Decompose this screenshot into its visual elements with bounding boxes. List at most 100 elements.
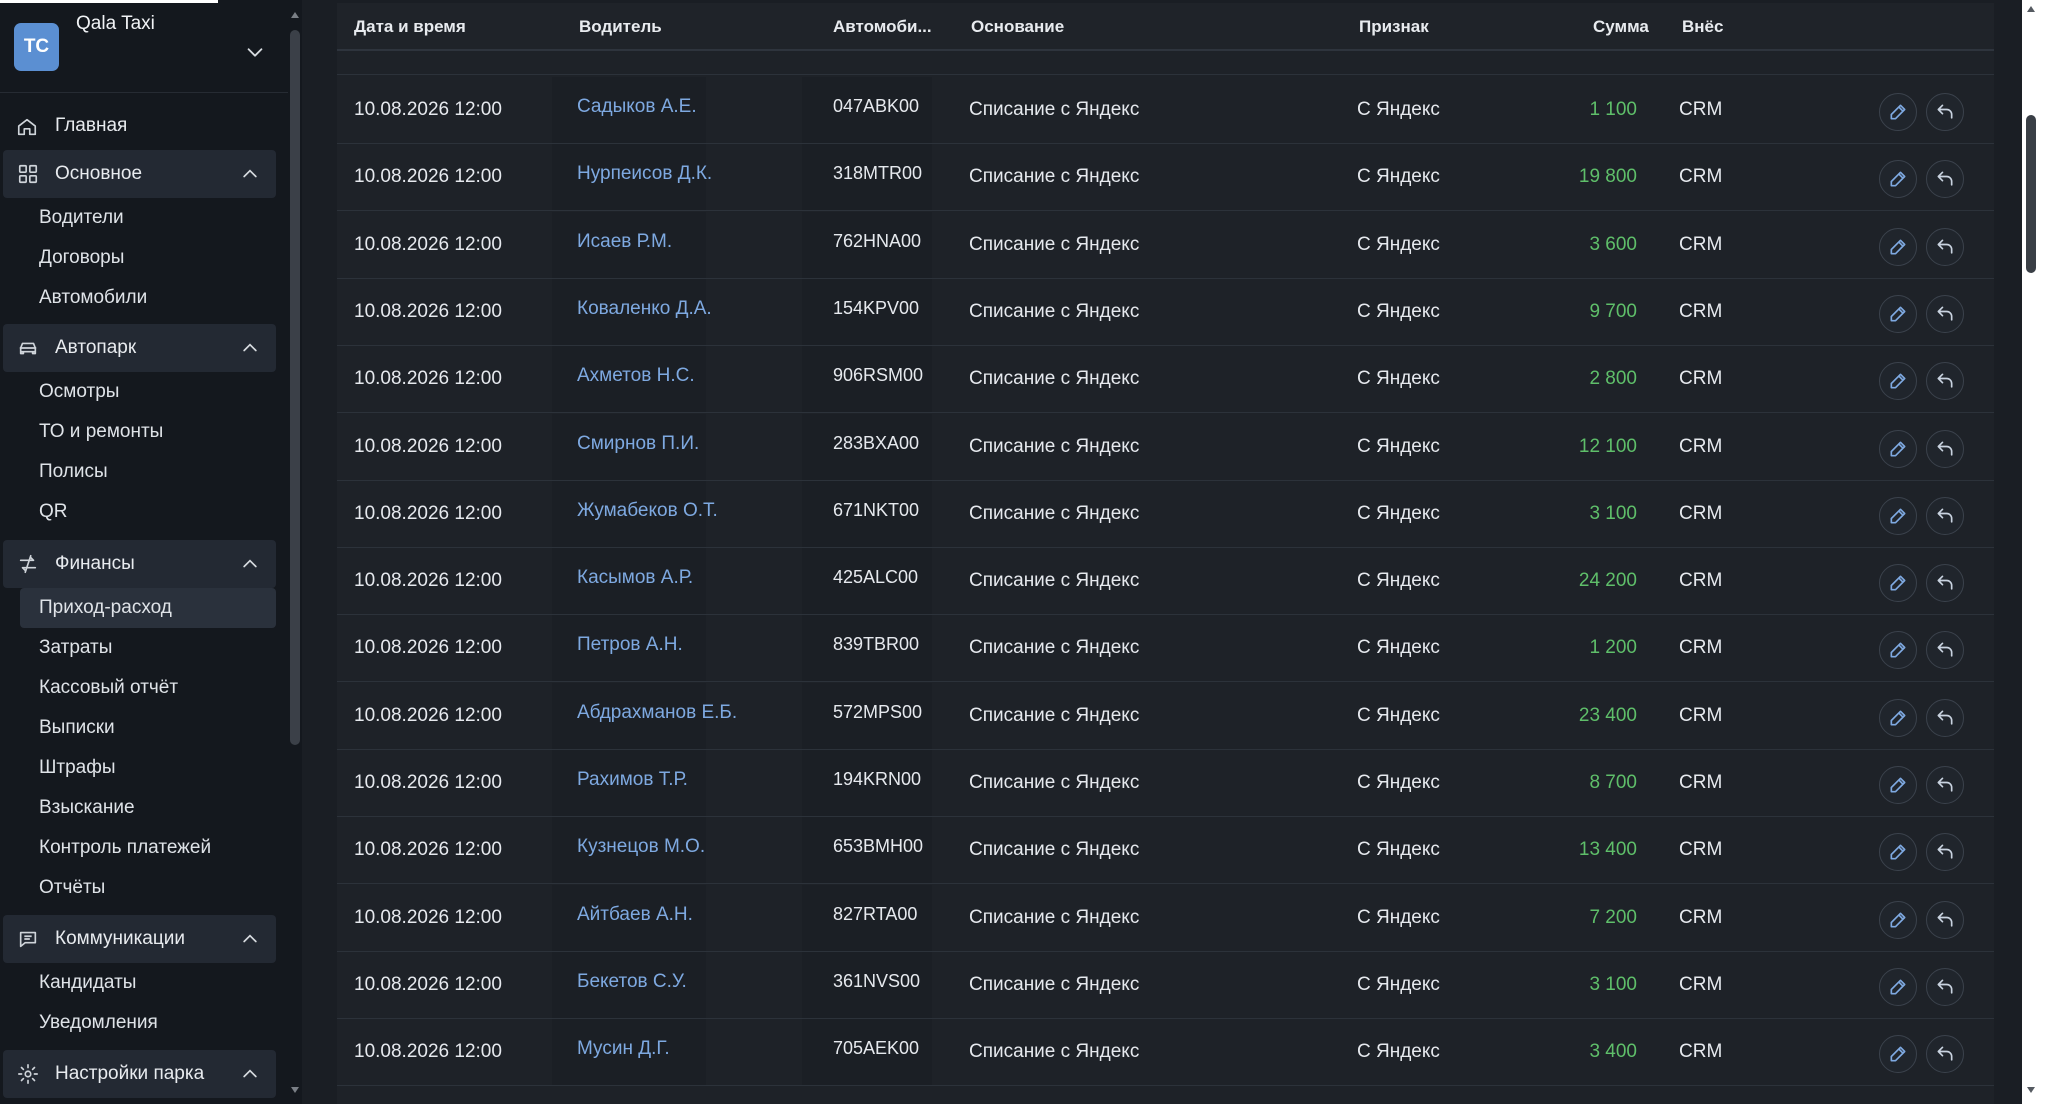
scroll-down-arrow-icon[interactable]: [2026, 1085, 2036, 1095]
driver-link[interactable]: Ахметов Н.С.: [577, 365, 695, 387]
undo-button[interactable]: [1926, 833, 1964, 871]
cell-amount: 24 200: [1578, 570, 1637, 591]
edit-button[interactable]: [1879, 564, 1917, 602]
edit-button[interactable]: [1879, 160, 1917, 198]
col-sign[interactable]: Признак: [1359, 17, 1429, 37]
table-row: 10.08.2026 12:00 Петров А.Н. 839TBR00 Списа…: [337, 615, 1994, 682]
driver-link[interactable]: Кузнецов М.О.: [577, 836, 705, 858]
cell-by: CRM: [1679, 705, 1723, 726]
edit-button[interactable]: [1879, 362, 1917, 400]
driver-link[interactable]: Абдрахманов Е.Б.: [577, 702, 737, 724]
sidebar-scrollbar-thumb[interactable]: [290, 30, 300, 745]
sidebar-item-income-expense[interactable]: Приход-расход: [39, 597, 172, 619]
sidebar-item-drivers[interactable]: Водители: [39, 207, 124, 229]
undo-button[interactable]: [1926, 631, 1964, 669]
driver-link[interactable]: Бекетов С.У.: [577, 971, 687, 993]
undo-button[interactable]: [1926, 766, 1964, 804]
undo-button[interactable]: [1926, 228, 1964, 266]
edit-button[interactable]: [1879, 901, 1917, 939]
edit-button[interactable]: [1879, 766, 1917, 804]
scroll-up-arrow-icon[interactable]: [2026, 4, 2036, 14]
nav-section-finance[interactable]: Финансы: [3, 540, 276, 588]
workspace-switcher[interactable]: TC Qala Taxi: [0, 3, 288, 93]
undo-button[interactable]: [1926, 93, 1964, 131]
cell-amount: 19 800: [1578, 166, 1637, 187]
edit-button[interactable]: [1879, 699, 1917, 737]
sidebar-item-collection[interactable]: Взыскание: [39, 797, 135, 819]
edit-button[interactable]: [1879, 430, 1917, 468]
driver-link[interactable]: Садыков А.Е.: [577, 96, 697, 118]
undo-button[interactable]: [1926, 295, 1964, 333]
undo-arrow-icon: [1937, 306, 1953, 321]
sidebar-item-candidates[interactable]: Кандидаты: [39, 972, 136, 994]
sidebar-item-qr[interactable]: QR: [39, 501, 68, 523]
undo-button[interactable]: [1926, 901, 1964, 939]
chevron-up-icon[interactable]: [240, 338, 260, 358]
chevron-up-icon[interactable]: [240, 929, 260, 949]
table-row: 10.08.2026 12:00 Айтбаев А.Н. 827RTA00 Спис…: [337, 885, 1994, 952]
sidebar-item-maintenance[interactable]: ТО и ремонты: [39, 421, 163, 443]
undo-button[interactable]: [1926, 1035, 1964, 1073]
driver-link[interactable]: Мусин Д.Г.: [577, 1038, 670, 1060]
driver-link[interactable]: Рахимов Т.Р.: [577, 769, 688, 791]
driver-link[interactable]: Петров А.Н.: [577, 634, 683, 656]
chevron-up-icon[interactable]: [240, 164, 260, 184]
edit-button[interactable]: [1879, 93, 1917, 131]
driver-link[interactable]: Айтбаев А.Н.: [577, 904, 693, 926]
car-icon: [19, 342, 37, 355]
nav-section-fleet[interactable]: Автопарк: [3, 324, 276, 372]
driver-link[interactable]: Касымов А.Р.: [577, 567, 693, 589]
edit-button[interactable]: [1879, 968, 1917, 1006]
nav-home[interactable]: Главная: [0, 102, 276, 150]
col-amount[interactable]: Сумма: [1593, 17, 1649, 37]
scroll-up-arrow-icon[interactable]: [290, 10, 300, 20]
pencil-icon: [1890, 441, 1906, 457]
edit-button[interactable]: [1879, 295, 1917, 333]
edit-button[interactable]: [1879, 228, 1917, 266]
sidebar-item-payment-control[interactable]: Контроль платежей: [39, 837, 211, 859]
nav-section-communications[interactable]: Коммуникации: [3, 915, 276, 963]
edit-button[interactable]: [1879, 833, 1917, 871]
undo-button[interactable]: [1926, 968, 1964, 1006]
col-reason[interactable]: Основание: [971, 17, 1064, 37]
sidebar-item-notifications[interactable]: Уведомления: [39, 1012, 158, 1034]
sidebar-item-fines[interactable]: Штрафы: [39, 757, 116, 779]
col-by[interactable]: Внёс: [1682, 17, 1723, 37]
driver-link[interactable]: Исаев Р.М.: [577, 231, 672, 253]
edit-button[interactable]: [1879, 497, 1917, 535]
sidebar-item-cars[interactable]: Автомобили: [39, 287, 147, 309]
main-scrollbar-thumb[interactable]: [2026, 115, 2036, 273]
cell-reason: Списание с Яндекс: [969, 301, 1140, 322]
cell-amount: 7 200: [1589, 907, 1637, 928]
col-driver[interactable]: Водитель: [579, 17, 662, 37]
sidebar-item-inspections[interactable]: Осмотры: [39, 381, 119, 403]
undo-button[interactable]: [1926, 699, 1964, 737]
scroll-down-arrow-icon[interactable]: [290, 1085, 300, 1095]
chevron-down-icon[interactable]: [244, 41, 266, 63]
undo-button[interactable]: [1926, 362, 1964, 400]
sidebar-item-reports[interactable]: Отчёты: [39, 877, 105, 899]
col-car[interactable]: Автомоби...: [833, 17, 932, 37]
driver-link[interactable]: Коваленко Д.А.: [577, 298, 712, 320]
col-datetime[interactable]: Дата и время: [354, 17, 466, 37]
sidebar-item-statements[interactable]: Выписки: [39, 717, 115, 739]
edit-button[interactable]: [1879, 631, 1917, 669]
nav-section-park-settings[interactable]: Настройки парка: [3, 1050, 276, 1098]
edit-button[interactable]: [1879, 1035, 1917, 1073]
undo-button[interactable]: [1926, 497, 1964, 535]
undo-button[interactable]: [1926, 430, 1964, 468]
sidebar-item-contracts[interactable]: Договоры: [39, 247, 124, 269]
driver-link[interactable]: Нурпеисов Д.К.: [577, 163, 712, 185]
driver-link[interactable]: Смирнов П.И.: [577, 433, 699, 455]
sidebar-item-costs[interactable]: Затраты: [39, 637, 112, 659]
chevron-up-icon[interactable]: [240, 1064, 260, 1084]
cell-reason: Списание с Яндекс: [969, 99, 1140, 120]
undo-button[interactable]: [1926, 564, 1964, 602]
sidebar-item-cash-report[interactable]: Кассовый отчёт: [39, 677, 178, 699]
table-header: Дата и время Водитель Автомоби... Основа…: [337, 3, 1994, 51]
driver-link[interactable]: Жумабеков О.Т.: [577, 500, 718, 522]
nav-section-main[interactable]: Основное: [3, 150, 276, 198]
chevron-up-icon[interactable]: [240, 554, 260, 574]
sidebar-item-policies[interactable]: Полисы: [39, 461, 108, 483]
undo-button[interactable]: [1926, 160, 1964, 198]
